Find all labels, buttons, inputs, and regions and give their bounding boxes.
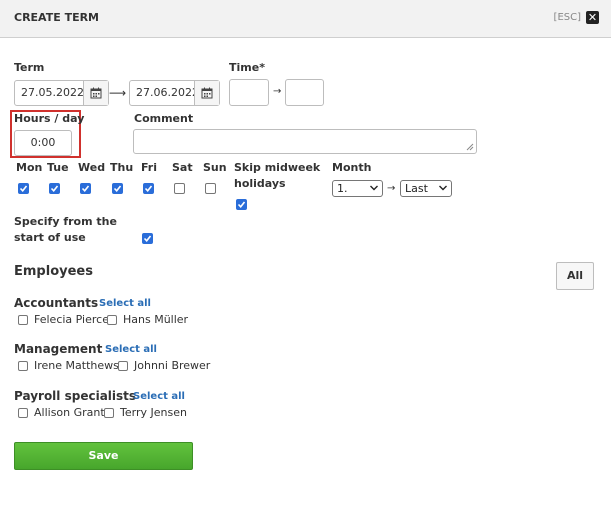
term-arrow: ⟶ xyxy=(109,86,127,100)
group-title: Accountants xyxy=(14,296,99,310)
weekday-checkbox-sat[interactable] xyxy=(174,183,185,194)
employees-title: Employees xyxy=(14,264,93,279)
select-all-link[interactable]: Select all xyxy=(105,344,157,355)
weekday-label-wed: Wed xyxy=(78,161,106,174)
time-to-input[interactable] xyxy=(285,79,324,106)
month-from-value: 1. xyxy=(337,182,348,195)
term-to-value: 27.06.2022 xyxy=(136,86,199,99)
dialog-title: CREATE TERM xyxy=(14,11,99,24)
employee-checkbox[interactable] xyxy=(107,315,117,325)
term-to-input[interactable]: 27.06.2022 xyxy=(129,80,220,106)
term-label: Term xyxy=(14,61,45,74)
employee-name: Felecia Pierce xyxy=(34,313,109,326)
weekday-label-fri: Fri xyxy=(141,161,158,174)
group-title: Management xyxy=(14,342,103,356)
skip-midweek-label-1: Skip midweek xyxy=(234,161,321,174)
employee-name: Irene Matthews xyxy=(34,359,119,372)
term-from-input[interactable]: 27.05.2022 xyxy=(14,80,109,106)
save-button[interactable]: Save xyxy=(14,442,193,470)
employee-checkbox[interactable] xyxy=(18,408,28,418)
weekday-label-thu: Thu xyxy=(110,161,134,174)
weekday-checkbox-tue[interactable] xyxy=(49,183,60,194)
weekday-checkbox-mon[interactable] xyxy=(18,183,29,194)
calendar-icon[interactable] xyxy=(83,81,108,105)
dialog-header: CREATE TERM [ESC] ✕ xyxy=(0,0,611,38)
time-label: Time* xyxy=(229,61,265,74)
month-label: Month xyxy=(332,161,372,174)
month-from-select[interactable]: 1. xyxy=(332,180,383,197)
select-all-link[interactable]: Select all xyxy=(133,391,185,402)
hours-label: Hours / day xyxy=(14,112,85,125)
time-from-input[interactable] xyxy=(229,79,269,106)
month-to-value: Last xyxy=(405,182,428,195)
specify-label-2: start of use xyxy=(14,231,86,244)
employee-checkbox[interactable] xyxy=(118,361,128,371)
month-to-select[interactable]: Last xyxy=(400,180,452,197)
month-arrow: → xyxy=(387,183,396,194)
comment-label: Comment xyxy=(134,112,194,125)
all-button[interactable]: All xyxy=(556,262,594,290)
hours-input[interactable]: 0:00 xyxy=(14,130,72,156)
employee-checkbox[interactable] xyxy=(18,361,28,371)
employee-checkbox[interactable] xyxy=(18,315,28,325)
weekday-checkbox-wed[interactable] xyxy=(80,183,91,194)
group-title: Payroll specialists xyxy=(14,389,137,403)
weekday-checkbox-sun[interactable] xyxy=(205,183,216,194)
skip-midweek-label-2: holidays xyxy=(234,177,286,190)
employee-name: Johnni Brewer xyxy=(134,359,211,372)
weekday-label-sun: Sun xyxy=(203,161,227,174)
employee-name: Hans Müller xyxy=(123,313,189,326)
weekday-checkbox-thu[interactable] xyxy=(112,183,123,194)
calendar-icon[interactable] xyxy=(194,81,219,105)
weekday-label-sat: Sat xyxy=(172,161,193,174)
employee-name: Allison Grant xyxy=(34,406,105,419)
skip-midweek-checkbox[interactable] xyxy=(236,199,247,210)
employee-name: Terry Jensen xyxy=(120,406,187,419)
resize-handle-icon[interactable] xyxy=(466,143,474,151)
select-all-link[interactable]: Select all xyxy=(99,298,151,309)
close-icon[interactable]: ✕ xyxy=(586,11,599,24)
chevron-down-icon xyxy=(439,185,447,191)
weekday-checkbox-fri[interactable] xyxy=(143,183,154,194)
employee-checkbox[interactable] xyxy=(104,408,114,418)
specify-start-checkbox[interactable] xyxy=(142,233,153,244)
comment-textarea[interactable] xyxy=(133,129,477,154)
chevron-down-icon xyxy=(370,185,378,191)
esc-hint: [ESC] xyxy=(553,12,581,23)
specify-label-1: Specify from the xyxy=(14,215,117,228)
term-from-value: 27.05.2022 xyxy=(21,86,84,99)
time-arrow: → xyxy=(273,86,282,97)
weekday-label-tue: Tue xyxy=(47,161,69,174)
weekday-label-mon: Mon xyxy=(16,161,43,174)
